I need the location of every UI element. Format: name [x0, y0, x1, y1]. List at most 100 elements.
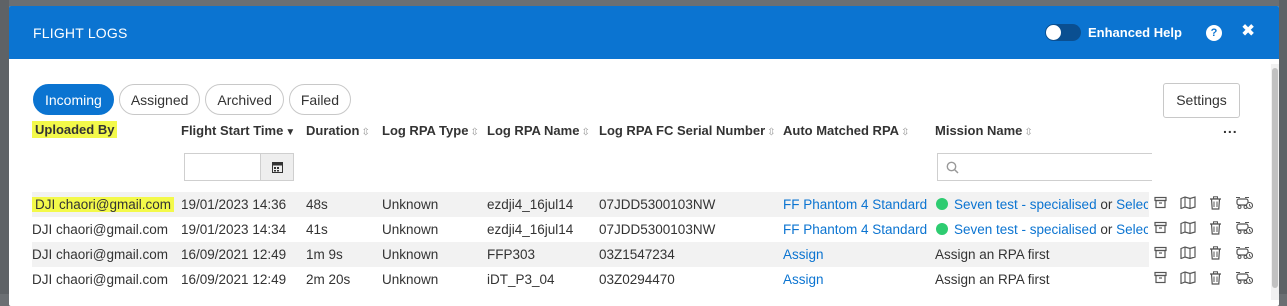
mission-link[interactable]: Seven test - specialised — [954, 222, 1097, 237]
date-filter-input[interactable] — [184, 153, 260, 181]
calendar-icon — [272, 162, 283, 173]
tab-incoming[interactable]: Incoming — [33, 84, 114, 115]
modal-header: FLIGHT LOGS Enhanced Help ? ✖ — [9, 6, 1279, 59]
column-header-log-rpa-fc-serial[interactable]: Log RPA FC Serial Number ⇳ — [599, 123, 776, 138]
auto-matched-rpa-link[interactable]: FF Phantom 4 Standard — [783, 222, 927, 237]
toggle-knob — [1046, 25, 1061, 40]
serial-cell: 03Z1547234 — [599, 247, 675, 262]
backdrop — [1279, 0, 1287, 294]
status-dot — [936, 223, 948, 235]
sort-icon: ⇳ — [361, 127, 370, 138]
table-row[interactable]: DJI chaori@gmail.com 19/01/2023 14:34 41… — [32, 217, 1253, 242]
mission-cell: Assign an RPA first — [935, 247, 1050, 262]
calendar-button[interactable] — [260, 153, 294, 181]
drone-icon[interactable] — [1235, 221, 1253, 235]
start-time-cell: 16/09/2021 12:49 — [181, 247, 287, 262]
vertical-scrollbar[interactable] — [1271, 64, 1279, 300]
enhanced-help-toggle[interactable] — [1045, 24, 1081, 41]
archive-icon[interactable] — [1154, 271, 1167, 284]
sort-icon: ⇳ — [767, 127, 776, 138]
mission-cell: Seven test - specialised or Select — [936, 197, 1148, 212]
sort-icon: ⇳ — [1024, 127, 1033, 138]
rpa-type-cell: Unknown — [382, 197, 439, 212]
map-icon[interactable] — [1180, 221, 1196, 234]
column-header-log-rpa-type[interactable]: Log RPA Type ⇳ — [382, 123, 479, 138]
duration-cell: 41s — [306, 222, 328, 237]
trash-icon[interactable] — [1209, 221, 1222, 235]
row-actions — [1154, 271, 1253, 285]
enhanced-help-label: Enhanced Help — [1088, 25, 1182, 40]
rpa-name-cell: iDT_P3_04 — [487, 272, 555, 287]
column-header-log-rpa-name[interactable]: Log RPA Name ⇳ — [487, 123, 590, 138]
or-text: or — [1100, 197, 1113, 212]
sort-desc-icon: ▼ — [285, 127, 296, 138]
column-header-auto-matched-rpa[interactable]: Auto Matched RPA ⇳ — [783, 123, 909, 138]
settings-button[interactable]: Settings — [1163, 83, 1240, 118]
help-icon[interactable]: ? — [1206, 25, 1222, 41]
map-icon[interactable] — [1180, 196, 1196, 209]
flight-logs-modal: FLIGHT LOGS Enhanced Help ? ✖ Incoming A… — [9, 6, 1279, 306]
serial-cell: 07JDD5300103NW — [599, 222, 716, 237]
serial-cell: 03Z0294470 — [599, 272, 675, 287]
duration-cell: 1m 9s — [306, 247, 343, 262]
close-icon[interactable]: ✖ — [1241, 21, 1255, 41]
serial-cell: 07JDD5300103NW — [599, 197, 716, 212]
drone-icon[interactable] — [1235, 196, 1253, 210]
assign-rpa-link[interactable]: Assign — [783, 247, 824, 262]
modal-title: FLIGHT LOGS — [33, 25, 128, 41]
row-actions — [1154, 246, 1253, 260]
trash-icon[interactable] — [1209, 271, 1222, 285]
trash-icon[interactable] — [1209, 196, 1222, 210]
map-icon[interactable] — [1180, 271, 1196, 284]
status-tabs: Incoming Assigned Archived Failed — [33, 84, 352, 115]
trash-icon[interactable] — [1209, 246, 1222, 260]
table-row[interactable]: DJI chaori@gmail.com 19/01/2023 14:36 48… — [32, 192, 1253, 217]
start-time-cell: 19/01/2023 14:34 — [181, 222, 287, 237]
column-header-duration[interactable]: Duration ⇳ — [306, 123, 370, 138]
row-actions — [1154, 221, 1253, 235]
mission-search-input[interactable] — [937, 153, 1152, 181]
rpa-name-cell: ezdji4_16jul14 — [487, 197, 574, 212]
backdrop — [0, 0, 9, 294]
rpa-name-cell: ezdji4_16jul14 — [487, 222, 574, 237]
map-icon[interactable] — [1180, 246, 1196, 259]
rpa-name-cell: FFP303 — [487, 247, 536, 262]
uploaded-by-cell: DJI chaori@gmail.com — [32, 222, 168, 237]
column-header-uploaded-by[interactable]: Uploaded By — [32, 121, 118, 138]
select-mission-link[interactable]: Select — [1116, 222, 1148, 237]
uploaded-by-cell: DJI chaori@gmail.com — [32, 197, 174, 212]
archive-icon[interactable] — [1154, 196, 1167, 209]
status-dot — [936, 198, 948, 210]
column-header-flight-start-time[interactable]: Flight Start Time ▼ — [181, 123, 295, 138]
tab-failed[interactable]: Failed — [288, 84, 352, 115]
mission-link[interactable]: Seven test - specialised — [954, 197, 1097, 212]
uploaded-by-cell: DJI chaori@gmail.com — [32, 272, 168, 287]
scrollbar-thumb[interactable] — [1272, 68, 1278, 288]
table-row[interactable]: DJI chaori@gmail.com 16/09/2021 12:49 2m… — [32, 267, 1253, 292]
archive-icon[interactable] — [1154, 221, 1167, 234]
mission-cell: Seven test - specialised or Select — [936, 222, 1148, 237]
uploaded-by-cell: DJI chaori@gmail.com — [32, 247, 168, 262]
more-options-icon[interactable]: ... — [1223, 120, 1238, 136]
duration-cell: 2m 20s — [306, 272, 351, 287]
duration-cell: 48s — [306, 197, 328, 212]
sort-icon: ⇳ — [901, 127, 910, 138]
drone-icon[interactable] — [1235, 271, 1253, 285]
column-header-mission-name[interactable]: Mission Name ⇳ — [935, 123, 1033, 138]
select-mission-link[interactable]: Select — [1116, 197, 1148, 212]
archive-icon[interactable] — [1154, 246, 1167, 259]
start-time-cell: 16/09/2021 12:49 — [181, 272, 287, 287]
tab-archived[interactable]: Archived — [205, 84, 284, 115]
tab-assigned[interactable]: Assigned — [118, 84, 201, 115]
search-icon — [946, 161, 959, 174]
mission-cell: Assign an RPA first — [935, 272, 1050, 287]
sort-icon: ⇳ — [581, 127, 590, 138]
drone-icon[interactable] — [1235, 246, 1253, 260]
table-row[interactable]: DJI chaori@gmail.com 16/09/2021 12:49 1m… — [32, 242, 1253, 267]
auto-matched-rpa-link[interactable]: FF Phantom 4 Standard — [783, 197, 927, 212]
rpa-type-cell: Unknown — [382, 272, 439, 287]
assign-rpa-link[interactable]: Assign — [783, 272, 824, 287]
start-time-cell: 19/01/2023 14:36 — [181, 197, 287, 212]
row-actions — [1154, 196, 1253, 210]
rpa-type-cell: Unknown — [382, 247, 439, 262]
